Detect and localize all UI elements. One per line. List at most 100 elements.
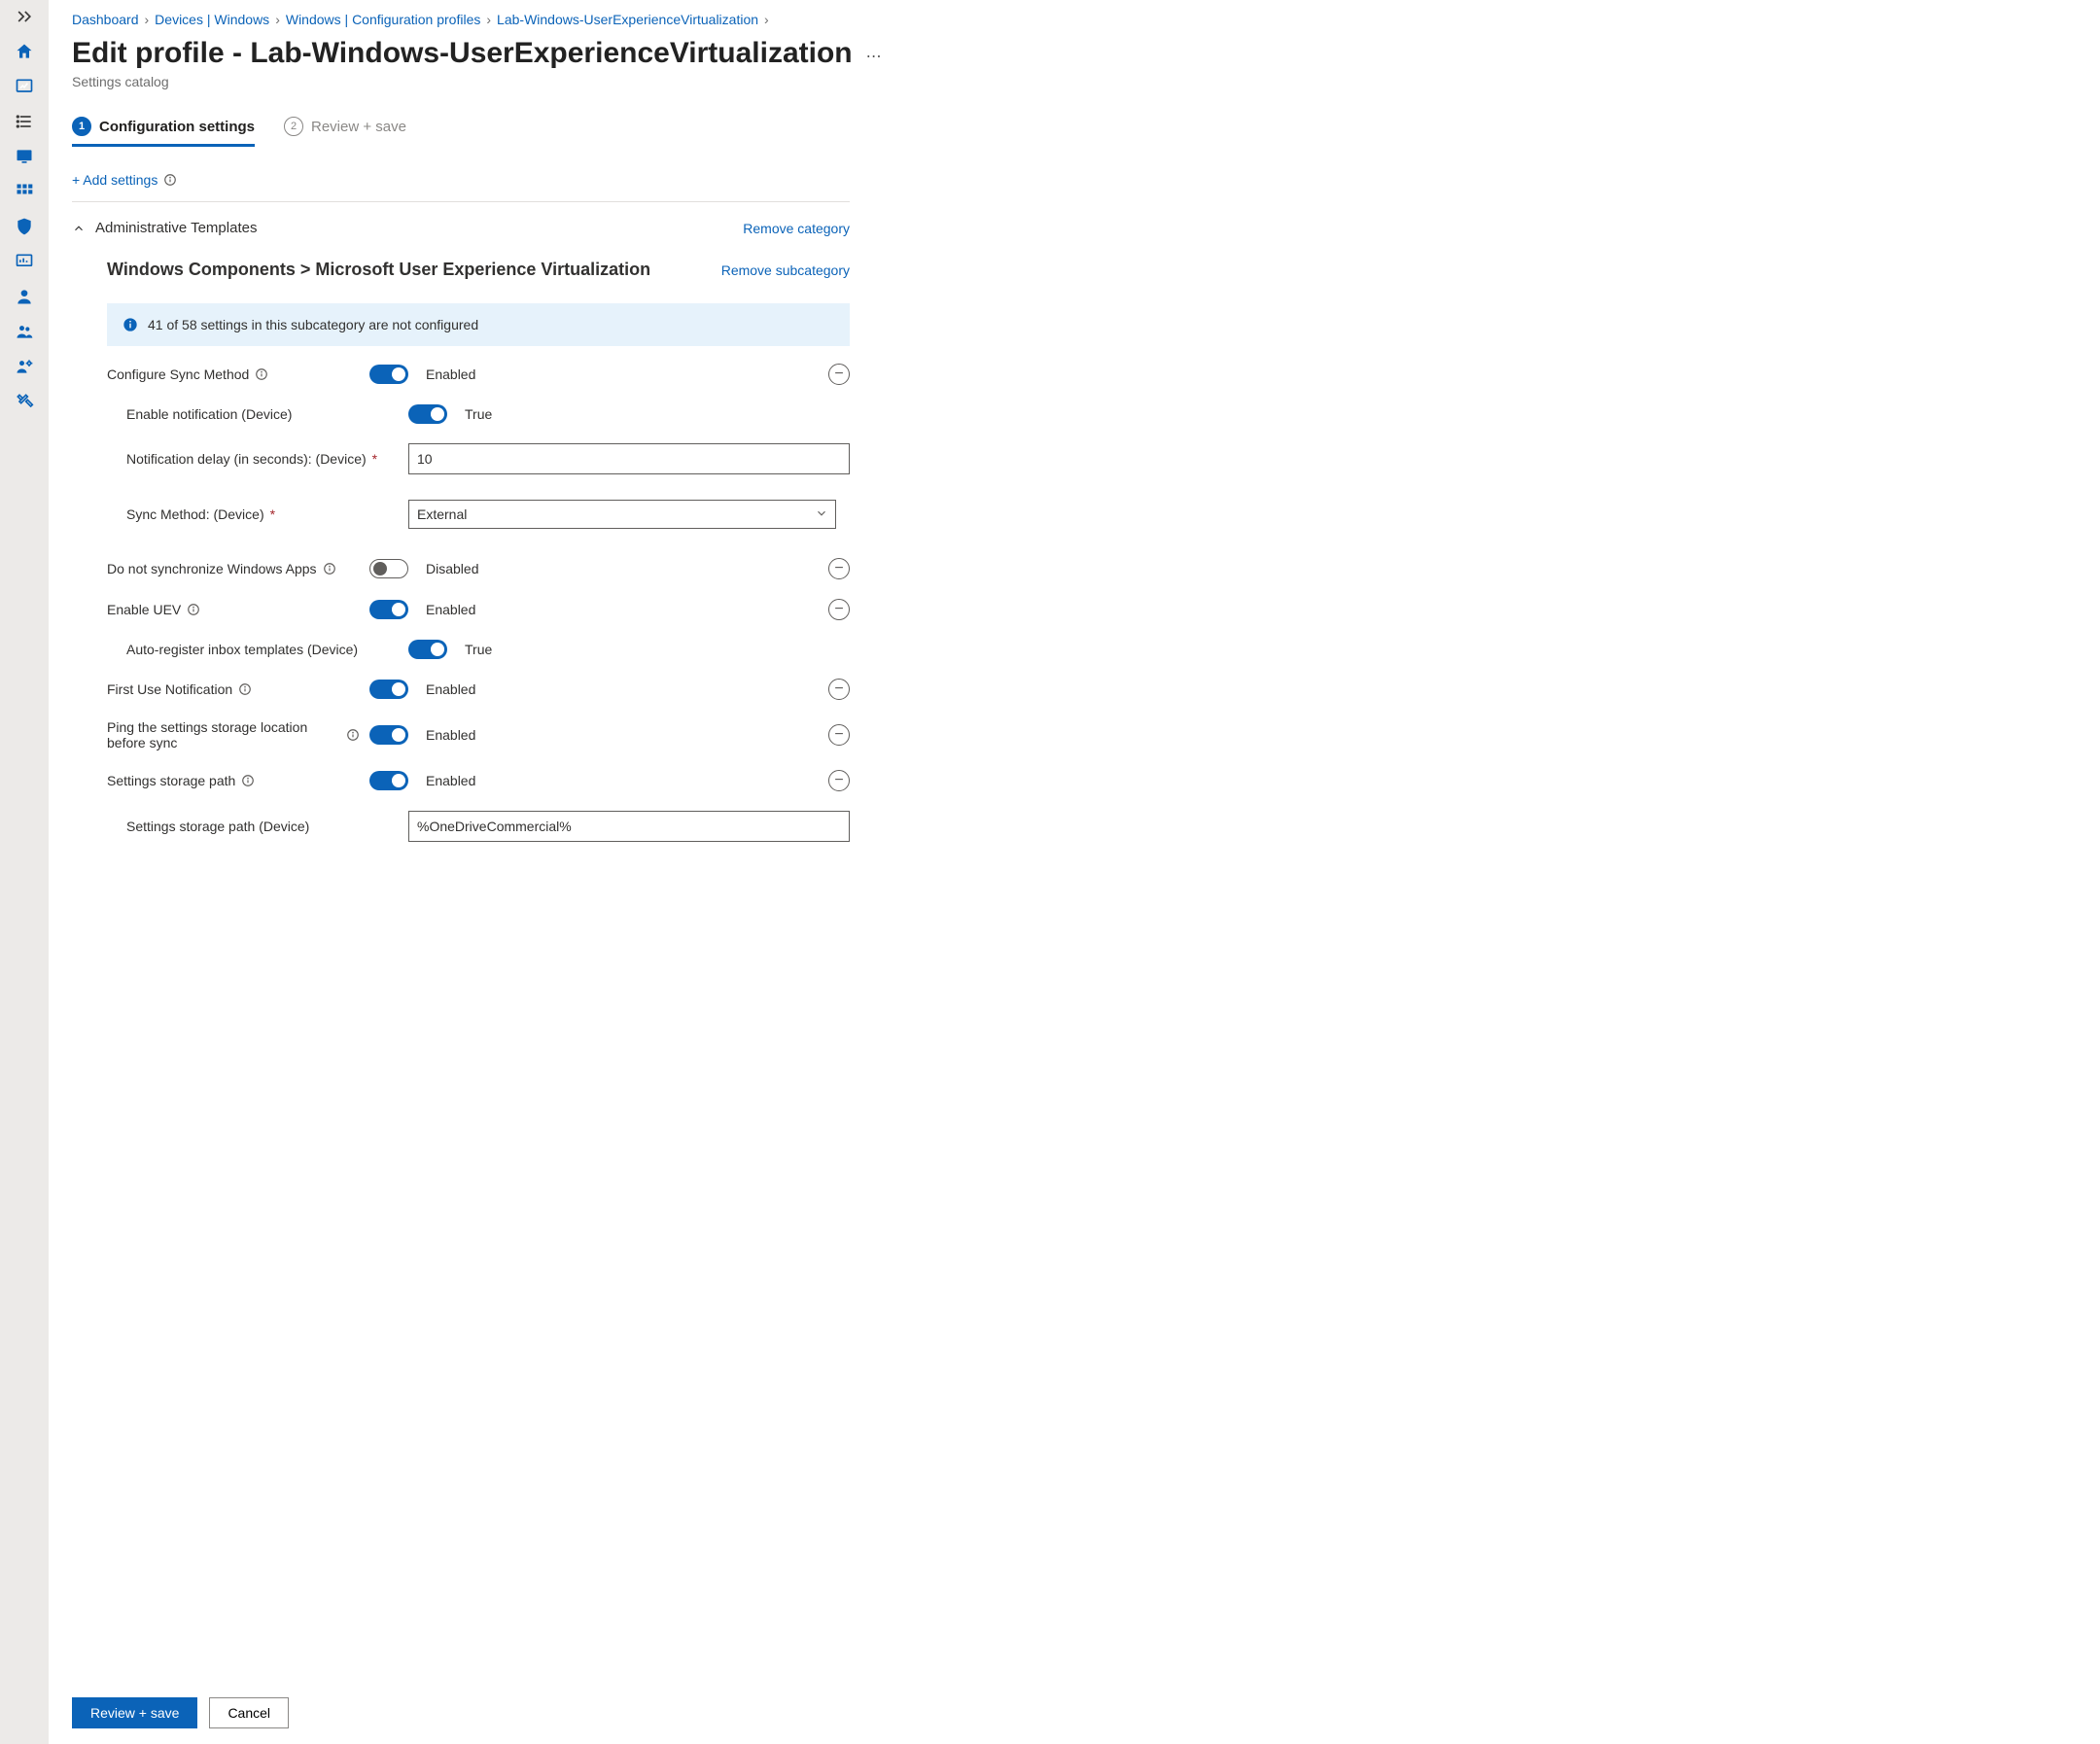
setting-storage-path-value: Settings storage path (Device) [107,811,850,842]
toggle-state: Enabled [426,773,475,788]
step-label: Review + save [311,119,406,135]
tools-icon[interactable] [14,391,35,412]
footer: Review + save Cancel [49,1682,2100,1744]
home-icon[interactable] [14,41,35,62]
setting-label: Sync Method: (Device) * [107,506,399,522]
remove-setting-button[interactable]: − [828,558,850,579]
crumb-dashboard[interactable]: Dashboard [72,12,139,27]
setting-label: Enable UEV [107,602,360,617]
apps-icon[interactable] [14,181,35,202]
crumb-profiles[interactable]: Windows | Configuration profiles [286,12,481,27]
monitor-icon[interactable] [14,146,35,167]
step-label: Configuration settings [99,119,255,135]
toggle-state: Disabled [426,561,478,576]
setting-dont-sync-apps: Do not synchronize Windows Apps Disabled… [107,558,850,579]
info-icon[interactable] [163,173,177,187]
cancel-button[interactable]: Cancel [209,1697,289,1728]
toggle-state: Enabled [426,602,475,617]
add-settings-link[interactable]: + Add settings [72,172,158,188]
more-button[interactable]: ⋯ [866,37,882,66]
setting-storage-path: Settings storage path Enabled − [107,770,850,791]
shield-icon[interactable] [14,216,35,237]
user-icon[interactable] [14,286,35,307]
setting-label: Configure Sync Method [107,366,360,382]
remove-subcategory-link[interactable]: Remove subcategory [721,262,850,278]
setting-label: First Use Notification [107,681,360,697]
setting-label: Settings storage path (Device) [107,819,399,834]
remove-setting-button[interactable]: − [828,679,850,700]
info-banner: 41 of 58 settings in this subcategory ar… [107,303,850,346]
toggle-configure-sync[interactable] [369,365,408,384]
category-name: Administrative Templates [95,220,257,236]
wizard-step-review[interactable]: 2 Review + save [284,117,406,147]
groups-icon[interactable] [14,321,35,342]
page-subtitle: Settings catalog [72,74,2077,89]
toggle-dont-sync-apps[interactable] [369,559,408,578]
setting-configure-sync: Configure Sync Method Enabled − [107,364,850,385]
crumb-devices[interactable]: Devices | Windows [155,12,269,27]
required-indicator: * [372,451,377,467]
info-icon[interactable] [187,603,200,616]
info-icon[interactable] [323,562,336,576]
setting-auto-register: Auto-register inbox templates (Device) T… [107,640,850,659]
chart-icon[interactable] [14,76,35,97]
tenant-icon[interactable] [14,356,35,377]
toggle-state: True [465,642,492,657]
add-settings: + Add settings [72,172,2077,188]
subcategory-head: Windows Components > Microsoft User Expe… [72,260,850,280]
content: Dashboard › Devices | Windows › Windows … [49,0,2100,1682]
remove-category-link[interactable]: Remove category [743,221,850,236]
chevron-right-icon: › [145,12,150,27]
category-head: Administrative Templates Remove category [72,220,850,236]
info-icon[interactable] [241,774,255,787]
setting-label: Notification delay (in seconds): (Device… [107,451,399,467]
sync-method-select[interactable] [408,500,836,529]
required-indicator: * [270,506,275,522]
wizard: 1 Configuration settings 2 Review + save [72,117,2077,147]
remove-setting-button[interactable]: − [828,364,850,385]
toggle-storage-path[interactable] [369,771,408,790]
step-number: 2 [284,117,303,136]
list-icon[interactable] [14,111,35,132]
setting-label: Ping the settings storage location befor… [107,719,360,750]
toggle-first-use[interactable] [369,680,408,699]
wizard-step-configuration[interactable]: 1 Configuration settings [72,117,255,147]
reports-icon[interactable] [14,251,35,272]
remove-setting-button[interactable]: − [828,599,850,620]
sync-method-value[interactable] [408,500,836,529]
left-nav [0,0,49,1744]
setting-label: Do not synchronize Windows Apps [107,561,360,576]
settings-list: Configure Sync Method Enabled − Enable n… [72,364,850,900]
chevron-right-icon: › [764,12,769,27]
chevron-right-icon: › [486,12,491,27]
toggle-ping[interactable] [369,725,408,745]
remove-setting-button[interactable]: − [828,724,850,746]
storage-path-input[interactable] [408,811,850,842]
main: Dashboard › Devices | Windows › Windows … [49,0,2100,1744]
info-icon[interactable] [346,728,360,742]
remove-setting-button[interactable]: − [828,770,850,791]
toggle-enable-uev[interactable] [369,600,408,619]
setting-ping: Ping the settings storage location befor… [107,719,850,750]
expand-icon[interactable] [14,6,35,27]
setting-notification-delay: Notification delay (in seconds): (Device… [107,443,850,474]
page-title: Edit profile - Lab-Windows-UserExperienc… [72,37,853,70]
toggle-enable-notification[interactable] [408,404,447,424]
setting-label: Settings storage path [107,773,360,788]
setting-label: Enable notification (Device) [107,406,399,422]
toggle-auto-register[interactable] [408,640,447,659]
category-toggle[interactable]: Administrative Templates [72,220,257,236]
subcategory-title: Windows Components > Microsoft User Expe… [107,260,650,280]
info-icon[interactable] [255,367,268,381]
toggle-state: Enabled [426,727,475,743]
crumb-profile[interactable]: Lab-Windows-UserExperienceVirtualization [497,12,758,27]
setting-label: Auto-register inbox templates (Device) [107,642,399,657]
notification-delay-input[interactable] [408,443,850,474]
step-number: 1 [72,117,91,136]
info-icon[interactable] [238,682,252,696]
review-save-button[interactable]: Review + save [72,1697,197,1728]
toggle-state: Enabled [426,681,475,697]
setting-sync-method: Sync Method: (Device) * [107,500,850,529]
banner-text: 41 of 58 settings in this subcategory ar… [148,317,478,332]
chevron-up-icon [72,222,86,235]
